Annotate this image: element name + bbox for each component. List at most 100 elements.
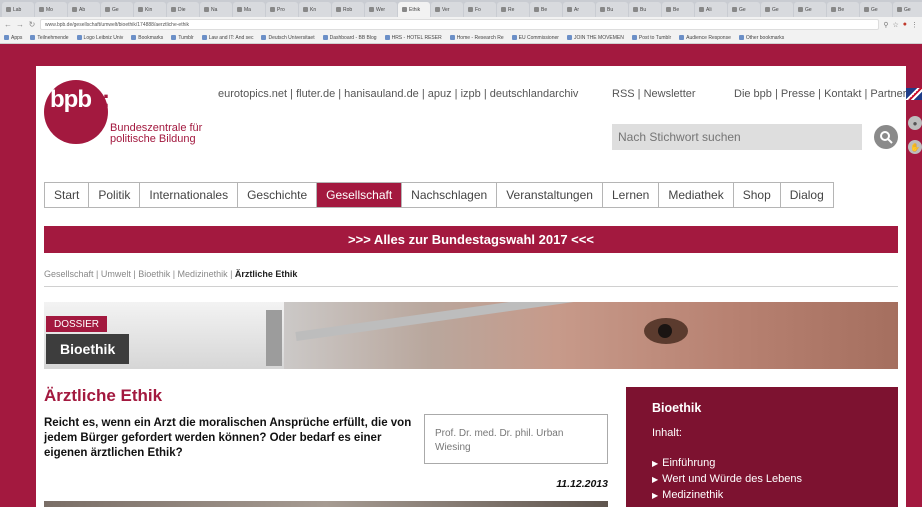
breadcrumb-trail[interactable]: Gesellschaft | Umwelt | Bioethik | Mediz… <box>44 269 235 279</box>
browser-tab[interactable]: Die <box>167 2 199 17</box>
browser-tab[interactable]: Lab <box>2 2 34 17</box>
bookmark-icon <box>30 35 36 40</box>
star-icon[interactable]: ☆ <box>892 21 898 29</box>
nav-item-shop[interactable]: Shop <box>734 183 781 207</box>
main-navigation: Start Politik Internationales Geschichte Ges… <box>44 182 834 208</box>
bookmark-label: EU Commissioner <box>518 34 559 41</box>
back-icon[interactable]: ← <box>4 20 12 29</box>
bookmark-icon <box>566 35 572 40</box>
sidebox-item[interactable]: ▶ Einführung <box>652 455 872 471</box>
sidebox-item[interactable]: ▶ Wert und Würde des Lebens <box>652 471 872 487</box>
forward-icon[interactable]: → <box>16 20 24 29</box>
page-content: bpb : Bundeszentrale für politische Bild… <box>36 66 906 507</box>
dossier-title[interactable]: Bioethik <box>46 334 130 364</box>
bookmark-icon <box>384 35 390 40</box>
browser-tab[interactable]: Kin <box>134 2 166 17</box>
sidebox-list: ▶ Einführung ▶ Wert und Würde des Lebens ▶ Me… <box>652 455 872 503</box>
browser-tab[interactable]: Kn <box>299 2 331 17</box>
bookmark-item[interactable]: Teilnehmende <box>30 35 69 41</box>
bookmark-label: Other bookmarks <box>745 34 785 41</box>
breadcrumb: Gesellschaft | Umwelt | Bioethik | Mediz… <box>44 269 297 279</box>
zoom-icon[interactable]: ⚲ <box>883 21 888 29</box>
browser-tab[interactable]: Bu <box>596 2 628 17</box>
nav-item-start[interactable]: Start <box>45 183 90 207</box>
hand-icon[interactable]: ✋ <box>908 140 922 154</box>
sidebox-title[interactable]: Bioethik <box>652 401 872 415</box>
browser-tab[interactable]: Rob <box>332 2 364 17</box>
bookmark-item[interactable]: Dashboard - BB Blog <box>322 35 377 41</box>
nav-item-geschichte[interactable]: Geschichte <box>238 183 318 207</box>
browser-tab[interactable]: Na <box>200 2 232 17</box>
rss-links[interactable]: RSS | Newsletter <box>612 88 696 100</box>
author-box[interactable]: Prof. Dr. med. Dr. phil. Urban Wiesing <box>424 414 608 464</box>
browser-tab[interactable]: Ma <box>233 2 265 17</box>
nav-item-dialog[interactable]: Dialog <box>781 183 833 207</box>
bookmark-icon <box>449 35 455 40</box>
search-button[interactable] <box>874 125 898 149</box>
bookmark-item[interactable]: Apps <box>4 35 22 41</box>
browser-tab[interactable]: Ali <box>695 2 727 17</box>
bookmark-item[interactable]: Tumblr <box>171 35 194 41</box>
search-input[interactable] <box>612 124 862 150</box>
sidebox-item[interactable]: ▶ Medizinethik <box>652 487 872 503</box>
browser-tab[interactable]: Fo <box>464 2 496 17</box>
nav-item-nachschlagen[interactable]: Nachschlagen <box>402 183 498 207</box>
flag-icon[interactable] <box>906 88 922 100</box>
nav-item-gesellschaft[interactable]: Gesellschaft <box>317 183 403 207</box>
partner-links[interactable]: eurotopics.net | fluter.de | hanisauland… <box>218 88 578 100</box>
tab-label: Bu <box>640 6 647 13</box>
browser-tab[interactable]: Ge <box>761 2 793 17</box>
tab-label: Pro <box>277 6 285 13</box>
bookmark-item[interactable]: Home - Research Re <box>449 35 504 41</box>
bookmark-item[interactable]: JOIN THE MOVEMEN <box>566 35 624 41</box>
election-banner[interactable]: >>> Alles zur Bundestagswahl 2017 <<< <box>44 226 898 253</box>
tab-label: Be <box>673 6 680 13</box>
bookmark-item[interactable]: Law and IT: And sec <box>201 35 253 41</box>
favicon-icon <box>72 7 77 12</box>
browser-tab[interactable]: Ge <box>794 2 826 17</box>
tab-label: Ge <box>739 6 746 13</box>
reload-icon[interactable]: ↻ <box>28 20 36 29</box>
browser-tab[interactable]: Ab <box>68 2 100 17</box>
favicon-icon <box>831 7 836 12</box>
tab-label: Bu <box>607 6 614 13</box>
accessibility-icon[interactable]: ● <box>908 116 922 130</box>
browser-tab[interactable]: Ver <box>431 2 463 17</box>
browser-tab[interactable]: Ar <box>563 2 595 17</box>
bookmark-item[interactable]: HRS - HOTEL RESER <box>384 35 442 41</box>
browser-tab[interactable]: Bu <box>629 2 661 17</box>
nav-item-mediathek[interactable]: Mediathek <box>659 183 734 207</box>
browser-tab[interactable]: Be <box>662 2 694 17</box>
browser-tab[interactable]: Ethik <box>398 2 430 17</box>
bookmark-item[interactable]: Other bookmarks <box>738 34 785 41</box>
bookmark-item[interactable]: Deutsch Universitaet <box>261 34 315 41</box>
bookmark-item[interactable]: Post to Tumblr <box>631 35 671 41</box>
extension-icon[interactable]: ● <box>903 21 907 28</box>
nav-item-politik[interactable]: Politik <box>89 183 141 207</box>
browser-tab[interactable]: Ge <box>860 2 892 17</box>
browser-tab[interactable]: Pro <box>266 2 298 17</box>
browser-tab[interactable]: Ge <box>893 2 922 17</box>
nav-item-internationales[interactable]: Internationales <box>140 183 239 207</box>
tab-label: Ge <box>871 6 878 13</box>
bookmark-label: Deutsch Universitaet <box>268 34 315 41</box>
browser-tab[interactable]: Ge <box>101 2 133 17</box>
browser-tab[interactable]: Wer <box>365 2 397 17</box>
bookmark-item[interactable]: Bookmarks <box>131 35 163 41</box>
bookmark-item[interactable]: Logo Leibniz Univ <box>76 35 123 41</box>
nav-item-lernen[interactable]: Lernen <box>603 183 660 207</box>
menu-icon[interactable]: ⋮ <box>911 21 918 29</box>
bookmark-icon <box>201 35 207 40</box>
browser-tab[interactable]: Re <box>497 2 529 17</box>
sidebox-item-label: Medizinethik <box>662 489 724 501</box>
browser-tab[interactable]: Mo <box>35 2 67 17</box>
browser-tab[interactable]: Be <box>530 2 562 17</box>
bookmark-item[interactable]: Audience Response <box>679 35 731 41</box>
url-field[interactable]: www.bpb.de/gesellschaft/umwelt/bioethik/… <box>40 19 880 30</box>
browser-tab[interactable]: Ge <box>728 2 760 17</box>
browser-tab[interactable]: Be <box>827 2 859 17</box>
bookmark-item[interactable]: EU Commissioner <box>511 34 559 41</box>
nav-item-veranstaltungen[interactable]: Veranstaltungen <box>497 183 603 207</box>
tab-label: Ar <box>574 6 579 13</box>
service-links[interactable]: Die bpb | Presse | Kontakt | Partner <box>734 88 906 100</box>
